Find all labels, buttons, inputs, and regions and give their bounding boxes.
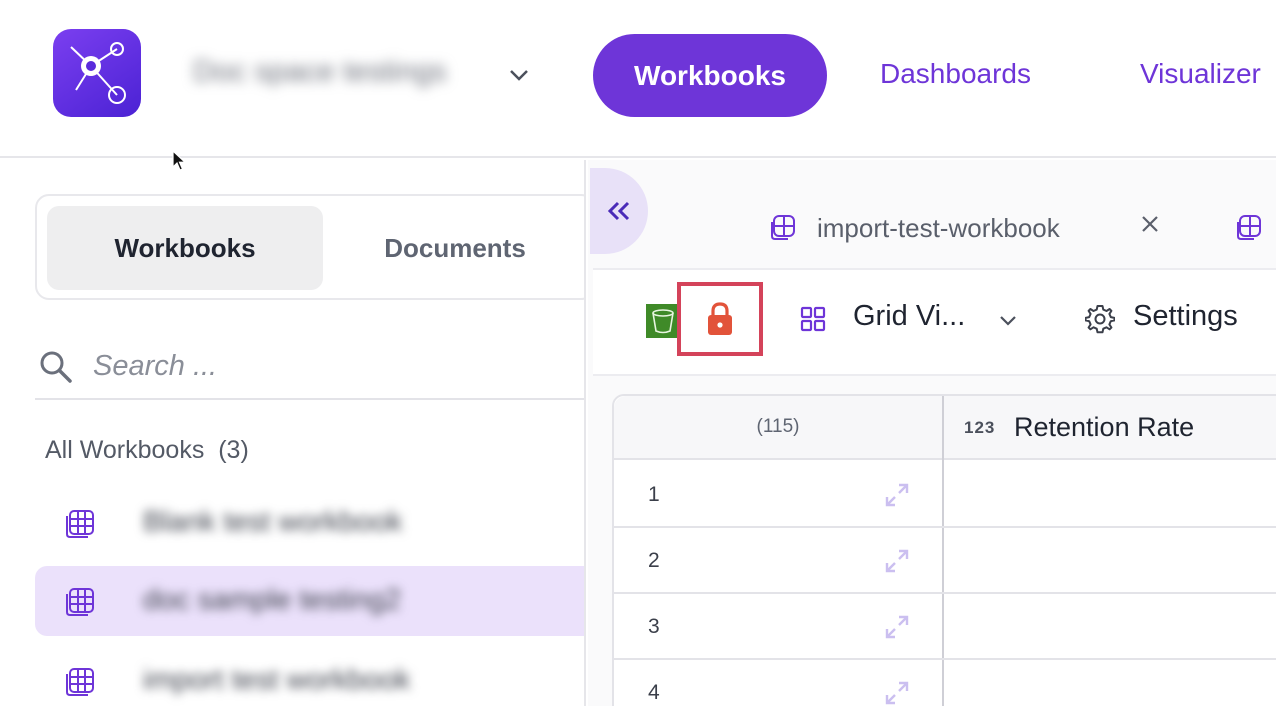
record-count: (115): [756, 416, 800, 437]
table-row[interactable]: 4: [614, 660, 1276, 706]
grid-view-icon: [800, 306, 826, 332]
storage-bucket-icon[interactable]: [646, 304, 680, 338]
table-row[interactable]: 2: [614, 528, 1276, 594]
row-number: 2: [648, 549, 660, 572]
section-title: All Workbooks (3): [45, 436, 249, 465]
app-header: Doc space testings Workbooks Dashboards …: [0, 0, 1276, 158]
sidebar: Workbooks Documents All Workbooks (3) Bl…: [0, 160, 586, 706]
table-header: (115) 123 Retention Rate: [614, 396, 1276, 460]
nav-dashboards[interactable]: Dashboards: [880, 58, 1031, 90]
gear-icon[interactable]: [1085, 304, 1115, 334]
workbook-list-item[interactable]: Blank test workbook: [35, 488, 584, 558]
search-bar: [35, 338, 584, 400]
table-row[interactable]: 3: [614, 594, 1276, 660]
lock-icon: [708, 302, 732, 335]
number-type-icon: 123: [964, 418, 996, 437]
row-number: 1: [648, 483, 660, 506]
chevron-down-icon[interactable]: [997, 310, 1019, 332]
table-row[interactable]: 1: [614, 462, 1276, 528]
expand-icon[interactable]: [884, 482, 910, 508]
data-table: (115) 123 Retention Rate 1 2 3 4: [612, 394, 1276, 706]
nav-visualizer[interactable]: Visualizer: [1140, 58, 1261, 90]
segment-workbooks[interactable]: Workbooks: [47, 206, 323, 290]
workbook-label: Blank test workbook: [143, 506, 403, 538]
lock-button[interactable]: [677, 282, 763, 356]
table-grid-icon[interactable]: [1236, 214, 1262, 240]
row-number: 3: [648, 615, 660, 638]
table-grid-icon: [771, 215, 795, 240]
nav-workbooks[interactable]: Workbooks: [593, 34, 827, 117]
search-input[interactable]: [93, 346, 573, 386]
row-number: 4: [648, 681, 660, 704]
table-grid-icon: [66, 510, 94, 538]
expand-icon[interactable]: [884, 680, 910, 706]
view-selector[interactable]: Grid Vi...: [853, 300, 965, 333]
workbook-toolbar: Grid Vi... Settings: [593, 268, 1276, 376]
app-logo-icon[interactable]: [53, 29, 141, 117]
tab-import-test-workbook[interactable]: import-test-workbook: [817, 213, 1060, 244]
workspace-name[interactable]: Doc space testings: [193, 55, 446, 89]
settings-button[interactable]: Settings: [1133, 300, 1238, 333]
collapse-sidebar-button[interactable]: [590, 168, 648, 254]
table-grid-icon: [66, 588, 94, 616]
segment-control: Workbooks Documents: [35, 194, 584, 300]
section-title-label: All Workbooks: [45, 436, 205, 464]
double-chevron-left-icon: [607, 201, 630, 221]
close-icon[interactable]: [1140, 214, 1160, 234]
mouse-cursor-icon: [172, 150, 187, 171]
search-icon: [40, 351, 72, 383]
table-grid-icon: [66, 668, 94, 696]
chevron-down-icon[interactable]: [508, 64, 530, 86]
segment-documents[interactable]: Documents: [327, 206, 583, 290]
workbook-label: import test workbook: [143, 664, 411, 696]
workbook-list-item[interactable]: import test workbook: [35, 646, 584, 706]
expand-icon[interactable]: [884, 548, 910, 574]
section-count: (3): [218, 436, 249, 464]
expand-icon[interactable]: [884, 614, 910, 640]
main-panel: import-test-workbook Grid Vi... Settings…: [588, 160, 1276, 706]
column-header-retention-rate[interactable]: Retention Rate: [1014, 412, 1194, 443]
workbook-list-item-selected[interactable]: doc sample testing2: [35, 566, 584, 636]
workbook-label: doc sample testing2: [143, 584, 401, 616]
